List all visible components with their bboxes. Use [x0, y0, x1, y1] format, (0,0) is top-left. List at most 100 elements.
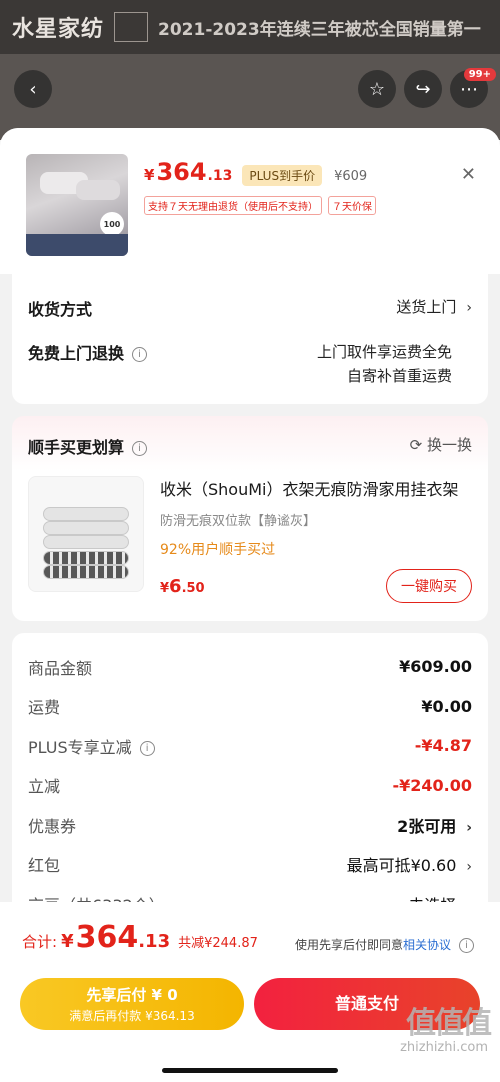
free-return-line1: 上门取件享运费全免 [316, 343, 452, 361]
upsell-price-integer: 6 [169, 575, 182, 597]
brand-seal [114, 12, 149, 42]
chevron-right-icon: › [466, 300, 472, 316]
upsell-title-text: 顺手买更划算 [28, 438, 125, 457]
upsell-popularity: 92%用户顺手买过 [160, 542, 276, 558]
delivery-method-text: 送货上门 [396, 298, 457, 316]
checkout-page: 水星家纺 2021-2023年连续三年被芯全国销量第一 ‹ ☆ ↪ ⋯ 99+ … [0, 0, 500, 1082]
hanger-shape [43, 521, 129, 535]
hanger-shape [43, 565, 129, 579]
brand-headline: 2021-2023年连续三年被芯全国销量第一 [158, 19, 481, 40]
price-protect-tag: ７天价保 [328, 196, 376, 215]
free-return-label: 免费上门退换 i [28, 340, 148, 364]
total-saving: 共减¥244.87 [178, 936, 258, 951]
summary-row-redpacket[interactable]: 红包 最高可抵¥0.60 › [28, 845, 472, 885]
upsell-price-symbol: ¥ [160, 580, 170, 596]
product-thumbnail[interactable]: 100 [26, 154, 128, 256]
original-price: ¥609 [334, 169, 368, 184]
pay-later-line2: 满意后再付款 ¥364.13 [69, 1009, 195, 1023]
summary-value: 最高可抵¥0.60 › [347, 852, 472, 876]
share-icon[interactable]: ↪ [404, 70, 442, 108]
summary-label: 商品金额 [28, 658, 93, 678]
chevron-right-icon: › [466, 819, 472, 836]
total-symbol: ¥ [61, 931, 74, 952]
summary-row-plus: PLUS专享立减 i -¥4.87 [28, 726, 472, 766]
summary-value: ¥609.00 [399, 657, 472, 677]
free-return-row: 免费上门退换 i 上门取件享运费全免 自寄补首重运费 [28, 340, 472, 388]
info-icon[interactable]: i [459, 938, 474, 953]
summary-label-text: PLUS专享立减 [28, 737, 132, 757]
upsell-product-spec: 防滑无痕双位款【静谧灰】 [160, 514, 317, 529]
upsell-card: 顺手买更划算 i ⟳ 换一换 收米（ShouMi）衣架无痕防滑家用挂衣架 防滑无痕… [12, 416, 488, 621]
thumb-pillow-2 [76, 180, 120, 200]
plus-price-tag: PLUS到手价 [242, 165, 323, 186]
background-product-page: 水星家纺 2021-2023年连续三年被芯全国销量第一 ‹ ☆ ↪ ⋯ 99+ [0, 0, 500, 140]
favorite-star-icon[interactable]: ☆ [358, 70, 396, 108]
delivery-method-label: 收货方式 [28, 300, 93, 319]
upsell-price: ¥6.50 [160, 576, 205, 597]
pay-later-line1: 先享后付 ¥ 0 [86, 986, 178, 1004]
shipping-card: 收货方式 送货上门 › 免费上门退换 i 上门取件享运费全免 自寄补首重运费 [12, 274, 488, 404]
hanger-shape [43, 535, 129, 549]
payment-footer: 合计: ¥ 364 .13 共减¥244.87 使用先享后付即同意相关协议 i 先… [0, 902, 500, 1082]
agreement-line: 使用先享后付即同意相关协议 i [295, 936, 474, 953]
summary-value: ¥0.00 [421, 696, 472, 716]
upsell-product-info: 收米（ShouMi）衣架无痕防滑家用挂衣架 防滑无痕双位款【静谧灰】 92%用户… [160, 476, 472, 603]
brand-name: 水星家纺 [12, 17, 105, 42]
total-integer: 364 [75, 920, 139, 955]
home-indicator [162, 1068, 338, 1073]
pay-later-button[interactable]: 先享后付 ¥ 0 满意后再付款 ¥364.13 [20, 978, 244, 1030]
summary-label: PLUS专享立减 i [28, 734, 155, 758]
coupon-value: 2张可用 [397, 816, 457, 836]
one-click-buy-button[interactable]: 一键购买 [386, 569, 472, 603]
total-label: 合计: [22, 933, 58, 951]
info-icon[interactable]: i [139, 740, 155, 756]
close-icon[interactable]: ✕ [461, 164, 476, 185]
agreement-link[interactable]: 相关协议 [403, 938, 451, 952]
summary-label: 红包 [28, 856, 61, 876]
price-line: ¥ 364 .13 PLUS到手价 ¥609 [144, 158, 376, 186]
service-tags: 支持７天无理由退货（使用后不支持） ７天价保 [144, 196, 376, 215]
delivery-method-value: 送货上门 › [396, 296, 472, 317]
site-watermark-url: zhizhizhi.com [400, 1040, 488, 1055]
summary-label: 运费 [28, 698, 61, 718]
refresh-icon: ⟳ [409, 436, 423, 454]
upsell-product-image[interactable] [28, 476, 144, 592]
price-decimal: .13 [207, 168, 233, 184]
return-policy-tag: 支持７天无理由退货（使用后不支持） [144, 196, 322, 215]
product-summary-header: 100 ¥ 364 .13 PLUS到手价 ¥609 支持７天无理由退货（使用后… [0, 128, 500, 274]
info-icon[interactable]: i [132, 347, 148, 362]
swap-label: 换一换 [426, 436, 472, 454]
summary-row-discount: 立减 -¥240.00 [28, 766, 472, 806]
hanger-shape [43, 551, 129, 565]
summary-value: -¥4.87 [414, 736, 472, 756]
summary-value: 2张可用 › [397, 813, 472, 837]
summary-value: -¥240.00 [392, 775, 472, 795]
summary-label: 优惠券 [28, 816, 77, 836]
message-count-badge: 99+ [463, 68, 496, 81]
total-line: 合计: ¥ 364 .13 共减¥244.87 [22, 920, 258, 955]
summary-row-coupon[interactable]: 优惠券 2张可用 › [28, 805, 472, 845]
delivery-method-row[interactable]: 收货方式 送货上门 › [28, 296, 472, 320]
chevron-right-icon: › [466, 859, 472, 876]
summary-row-shipping: 运费 ¥0.00 [28, 687, 472, 727]
upsell-product-name: 收米（ShouMi）衣架无痕防滑家用挂衣架 [160, 480, 459, 499]
free-return-value: 上门取件享运费全免 自寄补首重运费 [317, 340, 452, 388]
price-block: ¥ 364 .13 PLUS到手价 ¥609 支持７天无理由退货（使用后不支持）… [144, 154, 376, 274]
free-return-line2: 自寄补首重运费 [346, 367, 452, 385]
brand-banner: 水星家纺 2021-2023年连续三年被芯全国销量第一 [0, 0, 500, 54]
upsell-product[interactable]: 收米（ShouMi）衣架无痕防滑家用挂衣架 防滑无痕双位款【静谧灰】 92%用户… [28, 476, 472, 603]
info-icon[interactable]: i [132, 441, 148, 456]
back-icon[interactable]: ‹ [14, 70, 52, 108]
agreement-text: 使用先享后付即同意 [294, 938, 403, 952]
price-symbol: ¥ [144, 166, 155, 184]
price-summary-card: 商品金额 ¥609.00 运费 ¥0.00 PLUS专享立减 i -¥4.87 立… [12, 633, 488, 932]
thumb-badge: 100 [100, 212, 124, 236]
free-return-text: 免费上门退换 [28, 344, 125, 363]
price-integer: 364 [156, 158, 207, 186]
swap-button[interactable]: ⟳ 换一换 [410, 434, 472, 455]
upsell-bottom: ¥6.50 一键购买 [160, 569, 472, 603]
upsell-price-decimal: .50 [181, 580, 205, 596]
summary-label: 立减 [28, 777, 61, 797]
summary-row-goods: 商品金额 ¥609.00 [28, 647, 472, 687]
total-decimal: .13 [138, 931, 171, 952]
